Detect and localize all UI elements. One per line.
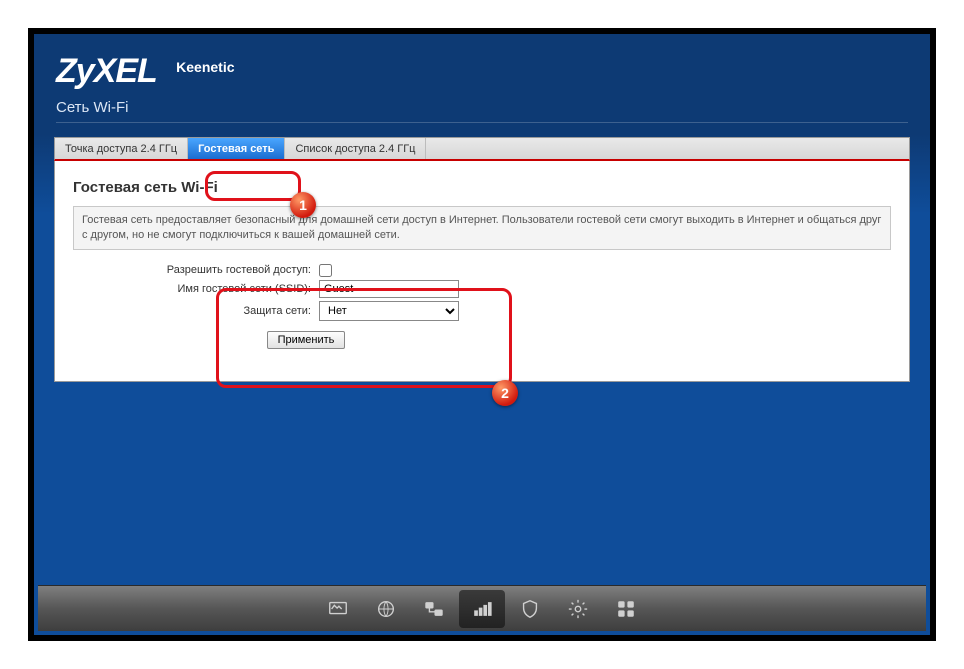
tab-access-point[interactable]: Точка доступа 2.4 ГГц	[55, 138, 188, 159]
globe-icon[interactable]	[363, 590, 409, 628]
allow-guest-label: Разрешить гостевой доступ:	[153, 264, 313, 276]
main-panel: Гостевая сеть Wi-Fi Гостевая сеть предос…	[54, 161, 910, 382]
network-icon[interactable]	[411, 590, 457, 628]
monitor-icon[interactable]	[315, 590, 361, 628]
apply-button[interactable]: Применить	[267, 331, 346, 349]
wifi-icon[interactable]	[459, 590, 505, 628]
tab-guest-network[interactable]: Гостевая сеть	[188, 138, 285, 159]
info-box: Гостевая сеть предоставляет безопасный д…	[73, 206, 891, 250]
model-name: Keenetic	[176, 59, 234, 75]
tab-access-list[interactable]: Список доступа 2.4 ГГц	[285, 138, 426, 159]
page-title: Сеть Wi-Fi	[56, 99, 908, 123]
gear-icon[interactable]	[555, 590, 601, 628]
allow-guest-checkbox[interactable]	[319, 264, 332, 277]
guest-form: Разрешить гостевой доступ: Имя гостевой …	[153, 264, 891, 349]
security-select[interactable]: Нет	[319, 301, 459, 321]
security-label: Защита сети:	[153, 305, 313, 317]
brand-logo: ZyXEL	[56, 52, 157, 91]
bottom-toolbar	[38, 585, 926, 631]
ssid-label: Имя гостевой сети (SSID):	[153, 283, 313, 295]
tab-bar: Точка доступа 2.4 ГГц Гостевая сеть Спис…	[54, 137, 910, 161]
shield-icon[interactable]	[507, 590, 553, 628]
ssid-input[interactable]	[319, 280, 459, 298]
panel-title: Гостевая сеть Wi-Fi	[73, 179, 891, 196]
header: ZyXEL Keenetic Сеть Wi-Fi	[34, 34, 930, 137]
apps-icon[interactable]	[603, 590, 649, 628]
